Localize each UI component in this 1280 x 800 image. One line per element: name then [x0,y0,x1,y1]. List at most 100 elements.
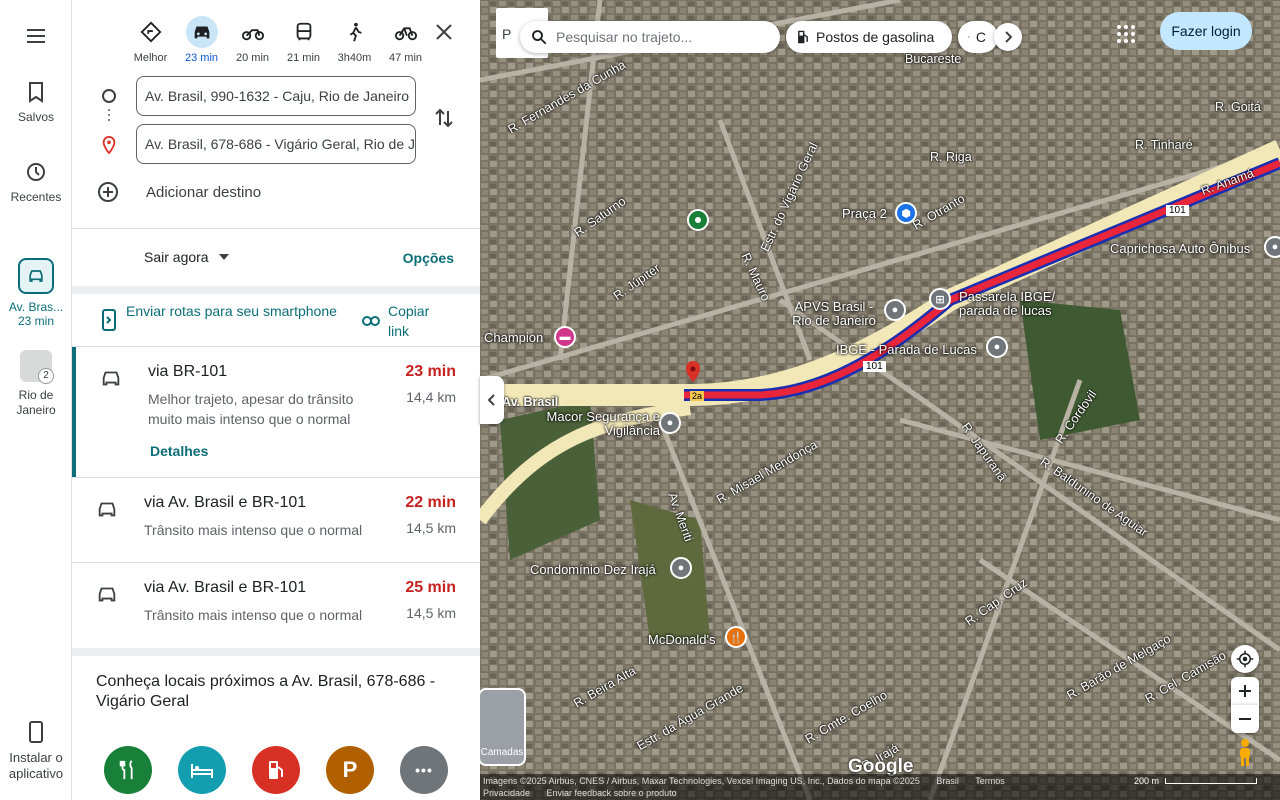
mcdonalds-marker[interactable]: 🍴 [725,626,747,648]
recent-label: Recentes [10,190,62,204]
origin-input[interactable]: Av. Brasil, 990-1632 - Caju, Rio de Jane… [136,76,416,116]
ibge-label: IBGE - Parada de Lucas [836,342,977,357]
route-description: Trânsito mais intenso que o normal [144,522,363,538]
route-option-1[interactable]: via BR-101 Melhor trajeto, apesar do trâ… [72,347,480,477]
close-icon[interactable] [432,20,456,44]
chevron-right-icon [1005,31,1012,43]
street-label: R. Tinharé [1135,138,1193,152]
add-destination-button[interactable]: Adicionar destino [96,180,261,204]
terms-link[interactable]: Termos [975,776,1005,786]
mode-walk[interactable]: 3h40m [332,16,377,64]
zoom-in-button[interactable] [1231,677,1259,705]
swap-icon[interactable] [432,106,456,130]
rio-count-badge: 2 [38,368,54,384]
parking-icon: P [342,757,358,782]
mode-motorcycle[interactable]: 20 min [230,16,275,64]
depart-time-dropdown[interactable]: Sair agora [144,249,229,265]
bus-icon [288,16,320,48]
history-icon [27,163,45,181]
mode-transit[interactable]: 21 min [281,16,326,64]
macor-marker[interactable]: ● [659,412,681,434]
bus-stop-marker[interactable]: ⊞ [929,288,951,310]
more-categories-button[interactable]: ••• [400,746,448,794]
copy-link-button[interactable]: Copiar link [362,301,440,341]
praca-label: Praça 2 [842,206,887,221]
ev-charging-chip[interactable]: C [958,21,998,53]
restaurant-category-button[interactable] [104,746,152,794]
route-search-input[interactable]: Pesquisar no trajeto... [520,21,780,53]
car-icon [98,502,116,517]
chevron-left-icon [488,394,495,406]
send-to-phone-icon [102,309,116,331]
route-option-3[interactable]: via Av. Brasil e BR-101 Trânsito mais in… [72,563,480,647]
highway-shield: 101 [863,361,886,372]
zoom-out-button[interactable] [1231,705,1259,733]
search-icon [532,30,547,45]
gas-station-icon [269,761,283,779]
link-icon [362,316,380,326]
car-icon [98,587,116,602]
ibge-marker[interactable]: ● [986,336,1008,358]
route-option-2[interactable]: via Av. Brasil e BR-101 Trânsito mais in… [72,478,480,562]
destination-input[interactable]: Av. Brasil, 678-686 - Vigário Geral, Rio… [136,124,416,164]
caprichosa-marker[interactable]: ● [1264,236,1280,258]
nearby-categories: P ••• [104,746,448,794]
highway-shield: 101 [1166,205,1189,216]
praca-marker[interactable]: ⬢ [895,202,917,224]
mode-car[interactable]: 23 min [179,16,224,64]
connector-dots-icon [108,109,110,123]
parking-category-button[interactable]: P [326,746,374,794]
mode-transit-label: 21 min [286,52,321,64]
depart-label: Sair agora [144,249,209,265]
minus-icon [1239,718,1251,720]
menu-icon [27,29,45,43]
feedback-link[interactable]: Enviar feedback sobre o produto [547,788,677,798]
pegman-icon[interactable] [1233,738,1257,768]
saved-button[interactable]: Salvos [0,80,72,124]
collapse-panel-button[interactable] [480,376,504,424]
motorcycle-icon [237,16,269,48]
scale-bar[interactable]: 200 m [1134,776,1258,786]
hotel-category-button[interactable] [178,746,226,794]
apvs-marker[interactable]: ● [884,299,906,321]
options-button[interactable]: Opções [403,250,454,266]
mode-best[interactable]: Melhor [128,16,173,64]
route-description: Trânsito mais intenso que o normal [144,607,363,623]
condominio-marker[interactable]: ● [670,557,692,579]
champion-marker[interactable]: ▬ [554,326,576,348]
send-to-phone-label: Enviar rotas para seu smartphone [126,303,337,319]
green-place-marker[interactable] [687,209,709,231]
saved-label: Salvos [17,110,55,124]
street-label: R. Riga [930,150,972,164]
gas-stations-chip[interactable]: Postos de gasolina [786,21,952,53]
menu-button[interactable] [0,24,72,54]
route-details-link[interactable]: Detalhes [150,443,208,459]
my-location-button[interactable] [1231,645,1259,673]
mode-bike[interactable]: 47 min [383,16,428,64]
mcdonalds-label: McDonald's [648,632,716,647]
street-label: R. Goitá [1215,100,1261,114]
route-time: 22 min [405,494,456,511]
condominio-label: Condomínio Dez Irajá [530,562,656,577]
login-button[interactable]: Fazer login [1160,12,1252,50]
mode-motorcycle-label: 20 min [235,52,270,64]
gas-station-category-button[interactable] [252,746,300,794]
left-rail: Salvos Recentes Av. Bras... 23 min 2 Rio… [0,0,72,800]
layers-button[interactable]: Camadas [478,688,526,766]
chips-next-button[interactable] [994,23,1022,51]
recent-button[interactable]: Recentes [0,160,72,204]
macor-label: Macor Segurança e Vigilância [546,409,660,438]
send-to-phone-button[interactable]: Enviar rotas para seu smartphone [102,301,352,331]
mode-car-label: 23 min [184,52,219,64]
map-canvas[interactable]: R. Fernandes da Cunha R. Saturno R. Júpi… [480,0,1280,800]
car-icon [185,16,218,48]
travel-modes: Melhor 23 min 20 min 21 min 3h40m 47 min [128,16,428,64]
privacy-link[interactable]: Privacidade [483,788,530,798]
country-link[interactable]: Brasil [936,776,959,786]
rio-thumbnail: 2 [20,350,54,384]
active-trip-button[interactable]: Av. Bras... 23 min [0,258,72,328]
apps-grid-icon[interactable] [1114,22,1138,46]
install-app-button[interactable]: Instalar o aplicativo [0,720,72,782]
rio-button[interactable]: 2 Rio de Janeiro [0,350,72,418]
location-target-icon [1236,650,1254,668]
